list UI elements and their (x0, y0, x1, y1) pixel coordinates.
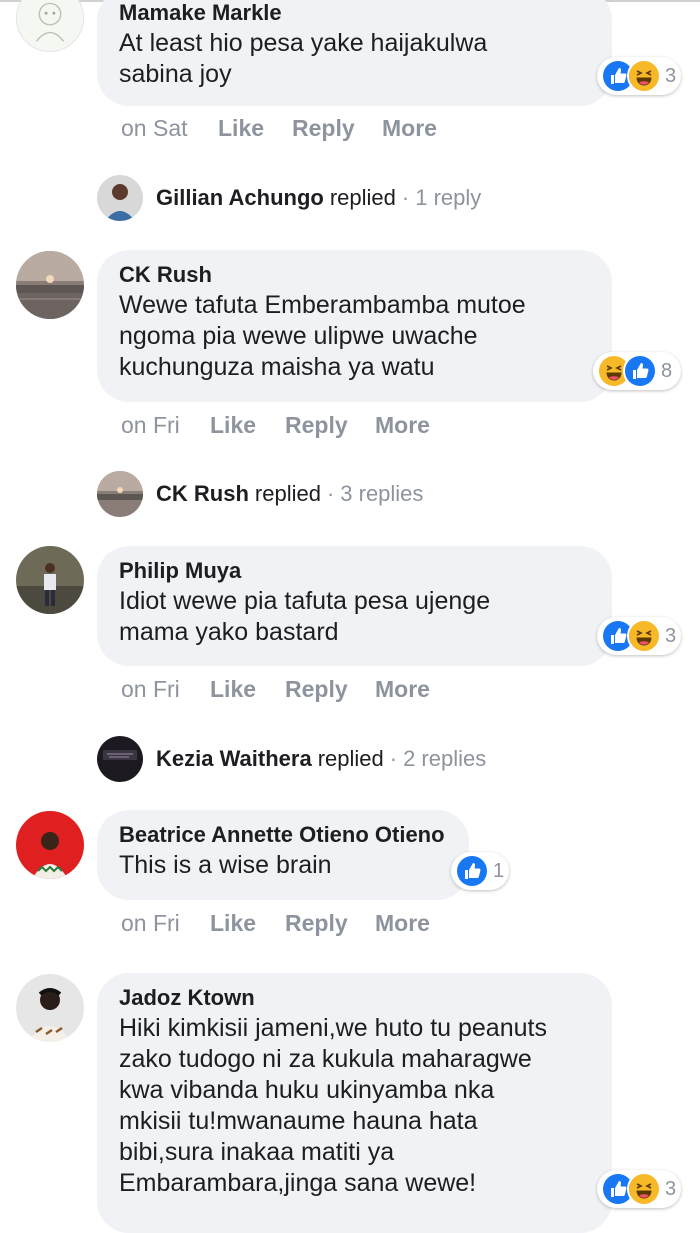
like-icon (455, 854, 489, 888)
reaction-count: 3 (665, 624, 677, 647)
comment-author[interactable]: Jadoz Ktown (119, 983, 590, 1013)
avatar (97, 736, 143, 782)
separator-dot: · (326, 481, 335, 506)
comment-bubble[interactable]: Philip Muya Idiot wewe pia tafuta pesa u… (97, 546, 612, 666)
reaction-count: 8 (661, 359, 673, 382)
more-button[interactable]: More (375, 910, 430, 937)
avatar (97, 471, 143, 517)
comment-author[interactable]: Philip Muya (119, 556, 590, 586)
sunset-photo-icon (16, 251, 84, 319)
reaction-summary[interactable]: 3 (597, 1170, 681, 1208)
comment-bubble[interactable]: Beatrice Annette Otieno Otieno This is a… (97, 810, 469, 900)
comment-actions: on Fri Like Reply More (0, 910, 700, 940)
reply-count: 2 replies (403, 746, 487, 771)
reply-author: CK Rush (156, 481, 249, 506)
reaction-summary[interactable]: 8 (593, 352, 681, 390)
view-replies-link[interactable]: Gillian Achungo replied · 1 reply (97, 174, 481, 222)
comment-bubble[interactable]: Mamake Markle At least hio pesa yake hai… (97, 0, 612, 106)
comment-actions: on Fri Like Reply More (0, 412, 700, 442)
comment-timestamp[interactable]: on Fri (121, 910, 180, 937)
reply-verb: replied (254, 481, 321, 506)
more-button[interactable]: More (382, 115, 437, 142)
comment-timestamp[interactable]: on Fri (121, 412, 180, 439)
reply-author: Gillian Achungo (156, 185, 324, 210)
comment-author[interactable]: Beatrice Annette Otieno Otieno (119, 820, 447, 850)
comment-text: At least hio pesa yake haijakulwa sabina… (119, 29, 488, 88)
comment-author[interactable]: CK Rush (119, 260, 590, 290)
reply-author: Kezia Waithera (156, 746, 312, 771)
separator-dot: · (401, 185, 410, 210)
reply-button[interactable]: Reply (285, 412, 348, 439)
reaction-summary[interactable]: 3 (597, 617, 681, 655)
reply-count: 1 reply (415, 185, 482, 210)
reply-count: 3 replies (340, 481, 424, 506)
more-button[interactable]: More (375, 412, 430, 439)
comment-text: Hiki kimkisii jameni,we huto tu peanuts … (119, 1014, 547, 1197)
more-button[interactable]: More (375, 676, 430, 703)
like-button[interactable]: Like (210, 910, 256, 937)
comment-author[interactable]: Mamake Markle (119, 0, 590, 28)
person-photo-icon (16, 974, 84, 1042)
haha-icon (627, 1172, 661, 1206)
reaction-count: 3 (665, 64, 677, 87)
reaction-summary[interactable]: 3 (597, 57, 681, 95)
reply-verb: replied (329, 185, 396, 210)
reaction-count: 1 (493, 859, 505, 882)
reply-button[interactable]: Reply (285, 676, 348, 703)
like-icon (623, 354, 657, 388)
comment-text: Wewe tafuta Emberambamba mutoe ngoma pia… (119, 291, 526, 381)
view-replies-link[interactable]: Kezia Waithera replied · 2 replies (97, 735, 486, 783)
cartoon-avatar-icon (17, 0, 83, 51)
comment-bubble[interactable]: Jadoz Ktown Hiki kimkisii jameni,we huto… (97, 973, 612, 1233)
avatar[interactable] (16, 251, 84, 319)
like-button[interactable]: Like (210, 676, 256, 703)
person-photo-icon (16, 811, 84, 879)
reply-button[interactable]: Reply (285, 910, 348, 937)
like-button[interactable]: Like (210, 412, 256, 439)
comment-text: Idiot wewe pia tafuta pesa ujenge mama y… (119, 587, 491, 646)
comment-timestamp[interactable]: on Sat (121, 115, 188, 142)
avatar[interactable] (16, 546, 84, 614)
avatar[interactable] (16, 0, 84, 52)
like-button[interactable]: Like (218, 115, 264, 142)
avatar[interactable] (16, 974, 84, 1042)
reaction-count: 3 (665, 1177, 677, 1200)
comment-bubble[interactable]: CK Rush Wewe tafuta Emberambamba mutoe n… (97, 250, 612, 402)
comment-actions: on Fri Like Reply More (0, 676, 700, 706)
comment-actions: on Sat Like Reply More (0, 115, 700, 145)
avatar (97, 175, 143, 221)
haha-icon (627, 59, 661, 93)
reply-verb: replied (317, 746, 384, 771)
view-replies-link[interactable]: CK Rush replied · 3 replies (97, 470, 423, 518)
comment-timestamp[interactable]: on Fri (121, 676, 180, 703)
reply-button[interactable]: Reply (292, 115, 355, 142)
comment-text: This is a wise brain (119, 851, 332, 879)
reaction-summary[interactable]: 1 (451, 852, 509, 890)
haha-icon (627, 619, 661, 653)
person-photo-icon (16, 546, 84, 614)
separator-dot: · (389, 746, 398, 771)
avatar[interactable] (16, 811, 84, 879)
